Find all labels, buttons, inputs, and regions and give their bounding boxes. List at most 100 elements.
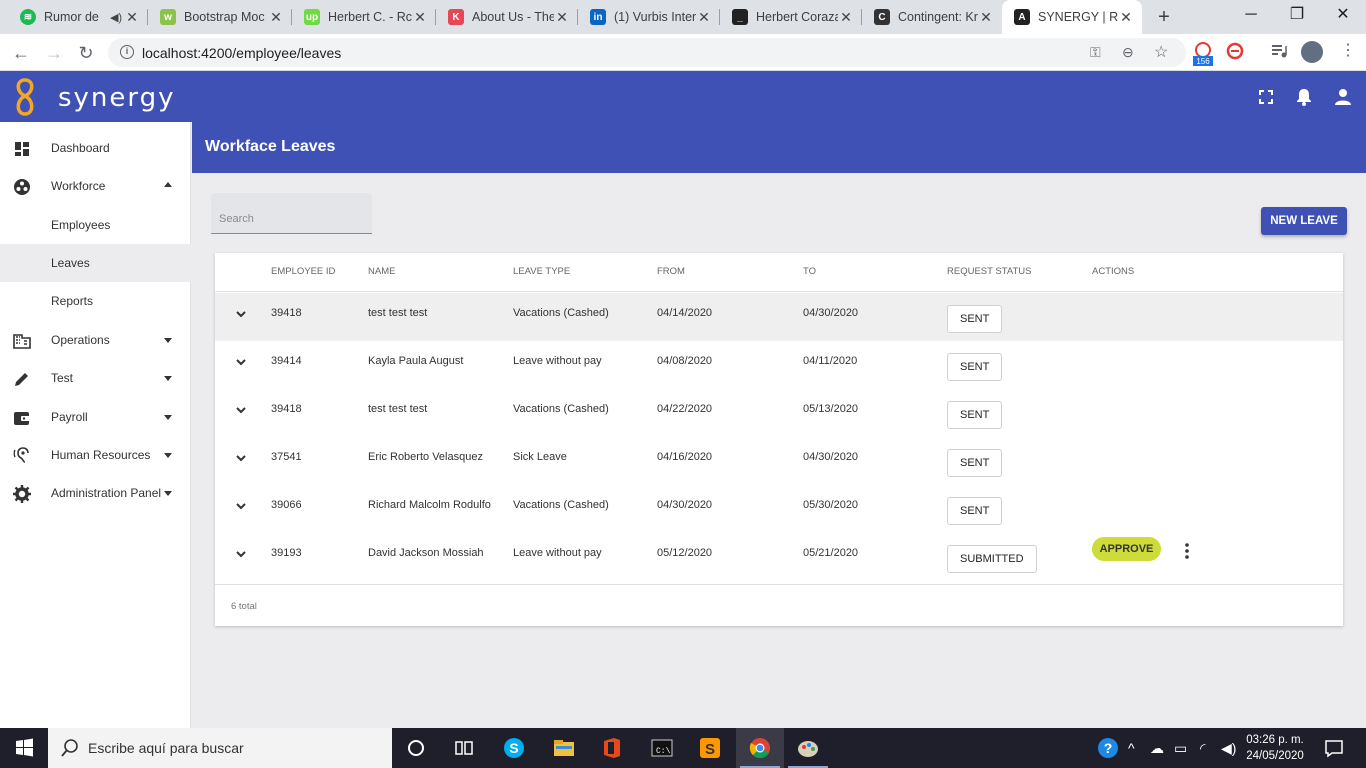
window-close-button[interactable]: ✕ xyxy=(1320,0,1366,32)
close-icon[interactable]: ✕ xyxy=(268,9,284,26)
table-row[interactable]: 39066 Richard Malcolm Rodulfo Vacations … xyxy=(215,485,1343,533)
sidebar-item-administration-panel[interactable]: Administration Panel xyxy=(0,474,191,512)
close-icon[interactable]: ✕ xyxy=(838,9,854,26)
more-options-icon[interactable] xyxy=(1177,541,1197,561)
cortana-icon[interactable] xyxy=(404,736,428,760)
sidebar-item-human-resources[interactable]: Human Resources xyxy=(0,436,191,474)
column-header-from[interactable]: FROM xyxy=(657,266,685,277)
tab-title: Herbert Coraza xyxy=(756,10,838,24)
wifi-icon[interactable]: ◜ xyxy=(1200,740,1205,757)
speaker-icon[interactable]: ◀) xyxy=(108,11,124,24)
status-badge[interactable]: SENT xyxy=(947,497,1003,525)
notification-center-icon[interactable] xyxy=(1322,736,1346,760)
skype-icon[interactable]: S xyxy=(502,736,526,760)
column-header-request-status[interactable]: REQUEST STATUS xyxy=(947,266,1031,277)
office-icon[interactable] xyxy=(600,736,624,760)
status-badge[interactable]: SENT xyxy=(947,353,1003,381)
minimize-button[interactable]: ─ xyxy=(1228,0,1274,32)
approve-button[interactable]: APPROVE xyxy=(1092,537,1161,561)
battery-icon[interactable]: ▭ xyxy=(1174,740,1187,757)
paint-icon[interactable] xyxy=(796,736,820,760)
status-badge[interactable]: SUBMITTED xyxy=(947,545,1037,573)
chevron-down-icon[interactable] xyxy=(234,403,248,417)
account-icon[interactable] xyxy=(1333,87,1353,107)
close-icon[interactable]: ✕ xyxy=(1118,9,1134,26)
browser-tab[interactable]: ≋ Rumor de ◀) ✕ xyxy=(8,0,148,34)
windows-start-icon[interactable] xyxy=(0,728,48,768)
close-icon[interactable]: ✕ xyxy=(696,9,712,26)
onedrive-icon[interactable]: ☁ xyxy=(1150,740,1164,757)
restore-button[interactable]: ❐ xyxy=(1274,0,1320,32)
close-icon[interactable]: ✕ xyxy=(554,9,570,26)
chevron-up-icon[interactable]: ^ xyxy=(1128,740,1135,756)
sidebar-item-operations[interactable]: Operations xyxy=(0,321,191,359)
sidebar-item-leaves[interactable]: Leaves xyxy=(0,244,191,282)
sidebar-item-reports[interactable]: Reports xyxy=(0,282,191,320)
extension-badge-icon[interactable]: 156 xyxy=(1193,42,1213,66)
taskbar-search[interactable]: Escribe aquí para buscar xyxy=(48,728,392,768)
browser-tab-active[interactable]: A SYNERGY | RC ✕ xyxy=(1002,0,1142,34)
browser-tab[interactable]: w Bootstrap Moc ✕ xyxy=(148,0,292,34)
media-control-icon[interactable] xyxy=(1270,42,1290,62)
notifications-icon[interactable] xyxy=(1294,87,1314,107)
volume-icon[interactable]: ◀) xyxy=(1221,740,1236,757)
status-badge[interactable]: SENT xyxy=(947,401,1003,429)
chevron-down-icon[interactable] xyxy=(234,499,248,513)
key-icon[interactable]: ⚿ xyxy=(1090,44,1101,61)
star-icon[interactable]: ☆ xyxy=(1154,42,1168,62)
close-icon[interactable]: ✕ xyxy=(978,9,994,26)
table-row[interactable]: 39418 test test test Vacations (Cashed) … xyxy=(215,389,1343,437)
terminal-icon[interactable]: C:\ xyxy=(650,736,674,760)
reload-button[interactable]: ↻ xyxy=(73,40,99,66)
employee-id: 39193 xyxy=(271,547,302,559)
column-header-employee-id[interactable]: EMPLOYEE ID xyxy=(271,266,335,277)
info-icon[interactable]: i xyxy=(120,45,134,59)
contingent-icon: C xyxy=(874,9,890,25)
new-tab-button[interactable]: + xyxy=(1152,5,1176,29)
sublime-text-icon[interactable]: S xyxy=(698,736,722,760)
sidebar-item-workforce[interactable]: Workforce xyxy=(0,167,191,205)
back-button[interactable]: ← xyxy=(8,40,34,66)
table-row[interactable]: 39418 test test test Vacations (Cashed) … xyxy=(215,293,1343,341)
chevron-down-icon[interactable] xyxy=(234,355,248,369)
browser-menu-icon[interactable]: ⋮ xyxy=(1338,42,1358,62)
chevron-down-icon[interactable] xyxy=(234,451,248,465)
browser-tab[interactable]: C Contingent: Kr ✕ xyxy=(862,0,1002,34)
sidebar-item-payroll[interactable]: Payroll xyxy=(0,398,191,436)
table-row[interactable]: 39414 Kayla Paula August Leave without p… xyxy=(215,341,1343,389)
close-icon[interactable]: ✕ xyxy=(124,9,140,26)
forward-button[interactable]: → xyxy=(41,40,67,66)
help-icon[interactable]: ? xyxy=(1096,736,1120,760)
profile-avatar[interactable] xyxy=(1301,41,1323,63)
close-icon[interactable]: ✕ xyxy=(412,9,428,26)
sidebar-item-test[interactable]: Test xyxy=(0,359,191,397)
file-explorer-icon[interactable] xyxy=(552,736,576,760)
chevron-down-icon[interactable] xyxy=(234,547,248,561)
sidebar-item-dashboard[interactable]: Dashboard xyxy=(0,129,191,167)
extension-icon[interactable] xyxy=(1226,42,1246,62)
column-header-name[interactable]: NAME xyxy=(368,266,395,277)
address-bar[interactable]: i localhost:4200/employee/leaves ⚿ ⊖ ☆ xyxy=(108,38,1186,67)
column-header-leave-type[interactable]: LEAVE TYPE xyxy=(513,266,570,277)
sidebar-item-employees[interactable]: Employees xyxy=(0,206,191,244)
new-leave-button[interactable]: NEW LEAVE xyxy=(1261,207,1347,235)
chevron-down-icon[interactable] xyxy=(234,307,248,321)
search-input[interactable] xyxy=(219,211,364,227)
table-row[interactable]: 37541 Eric Roberto Velasquez Sick Leave … xyxy=(215,437,1343,485)
browser-tab[interactable]: _ Herbert Coraza ✕ xyxy=(720,0,862,34)
fullscreen-icon[interactable] xyxy=(1256,87,1276,107)
task-view-icon[interactable] xyxy=(452,736,476,760)
spotify-icon: ≋ xyxy=(20,9,36,25)
table-row[interactable]: 39193 David Jackson Mossiah Leave withou… xyxy=(215,533,1343,581)
zoom-icon[interactable]: ⊖ xyxy=(1122,44,1134,61)
column-header-to[interactable]: TO xyxy=(803,266,816,277)
status-badge[interactable]: SENT xyxy=(947,449,1003,477)
chrome-icon[interactable] xyxy=(748,736,772,760)
browser-tab[interactable]: K About Us - The ✕ xyxy=(436,0,578,34)
search-field[interactable] xyxy=(211,193,372,234)
browser-tab[interactable]: up Herbert C. - Rc ✕ xyxy=(292,0,436,34)
url-text[interactable]: localhost:4200/employee/leaves xyxy=(142,45,341,61)
status-badge[interactable]: SENT xyxy=(947,305,1003,333)
browser-tab[interactable]: in (1) Vurbis Inter ✕ xyxy=(578,0,720,34)
taskbar-clock[interactable]: 03:26 p. m. 24/05/2020 xyxy=(1240,732,1310,764)
